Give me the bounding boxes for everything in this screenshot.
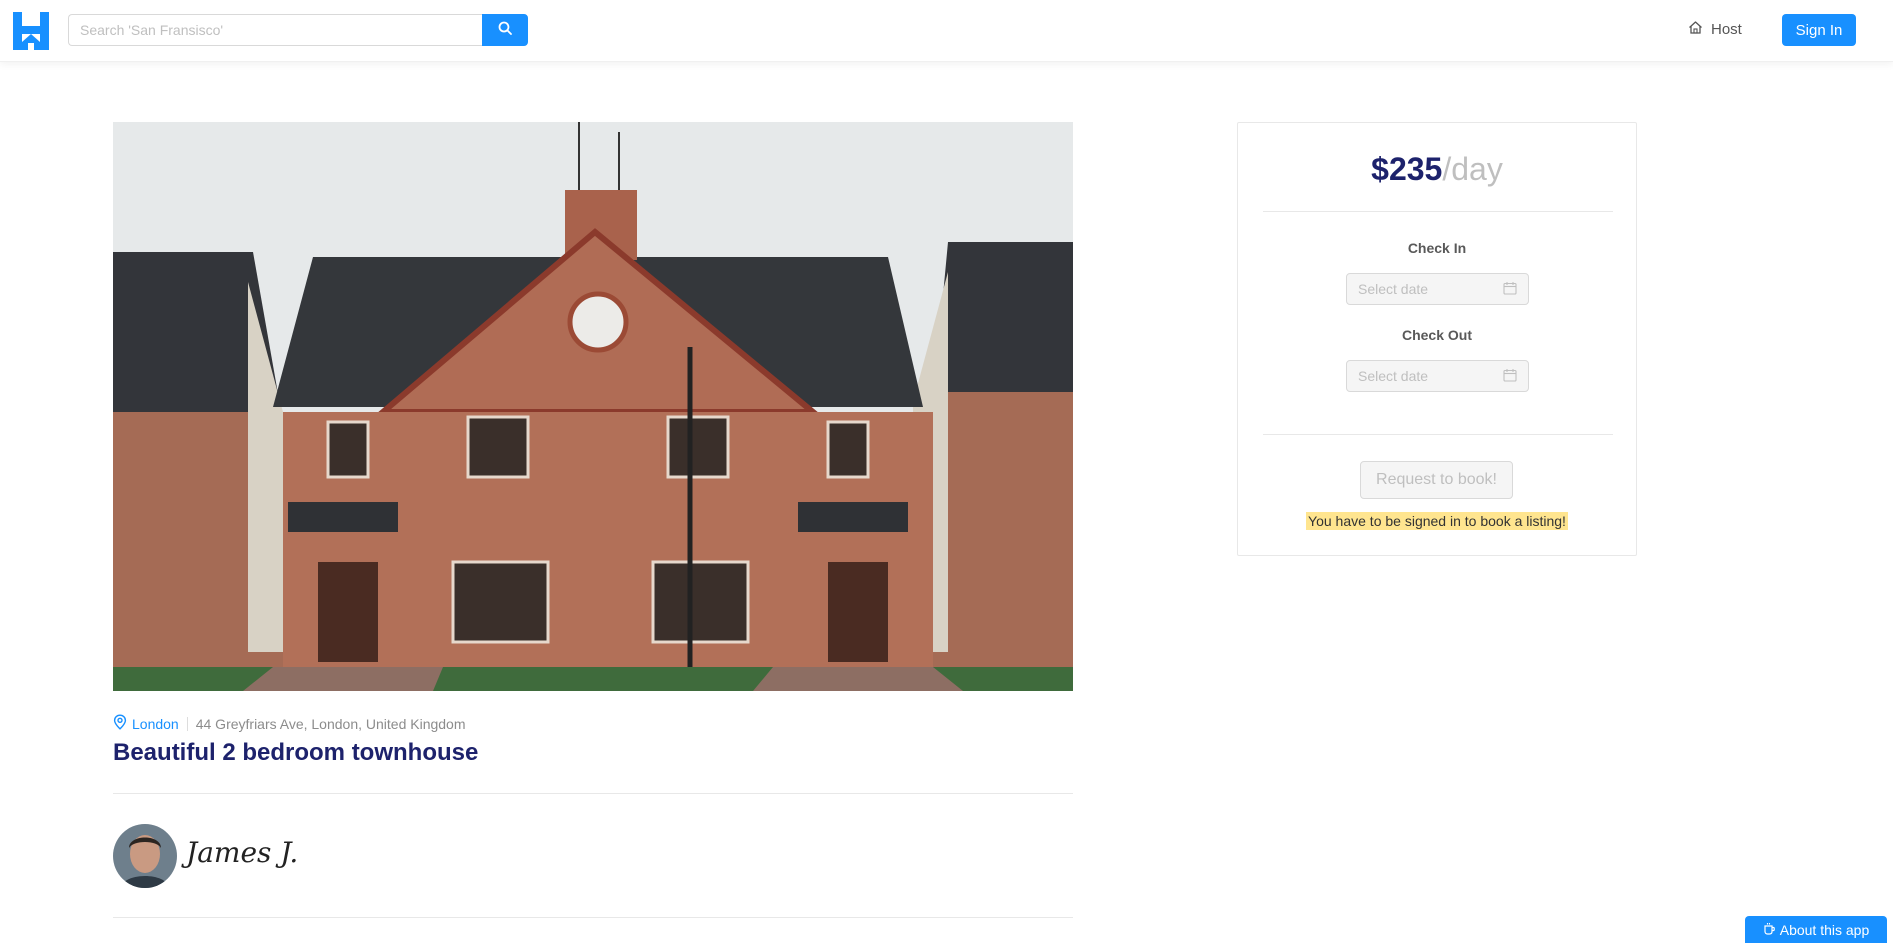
calendar-icon bbox=[1503, 281, 1517, 298]
host-name: James J. bbox=[186, 836, 299, 869]
card-divider bbox=[1263, 211, 1613, 212]
about-app-label: About this app bbox=[1779, 921, 1870, 938]
host-label: Host bbox=[1711, 21, 1742, 38]
listing-price: $235/day bbox=[1238, 151, 1636, 188]
request-to-book-button[interactable]: Request to book! bbox=[1360, 461, 1513, 499]
host-link[interactable]: Host bbox=[1688, 20, 1742, 39]
listing-location: London 44 Greyfriars Ave, London, United… bbox=[113, 714, 466, 733]
coffee-icon bbox=[1763, 922, 1776, 938]
sign-in-notice: You have to be signed in to book a listi… bbox=[1238, 512, 1636, 531]
check-in-label: Check In bbox=[1407, 240, 1467, 256]
check-out-label: Check Out bbox=[1401, 327, 1472, 343]
listing-address: 44 Greyfriars Ave, London, United Kingdo… bbox=[195, 715, 466, 732]
listing-title: Beautiful 2 bedroom townhouse bbox=[113, 739, 479, 766]
listing-city-link[interactable]: London bbox=[132, 716, 179, 732]
check-out-date-picker[interactable]: Select date bbox=[1346, 360, 1529, 392]
divider bbox=[113, 793, 1073, 794]
about-app-button[interactable]: About this app bbox=[1745, 916, 1887, 943]
check-in-date-picker[interactable]: Select date bbox=[1346, 273, 1529, 305]
price-unit: /day bbox=[1442, 151, 1503, 187]
location-divider bbox=[186, 716, 188, 731]
search-bar bbox=[68, 14, 528, 46]
calendar-icon bbox=[1503, 368, 1517, 385]
sign-in-button[interactable]: Sign In bbox=[1782, 14, 1856, 46]
check-out-placeholder: Select date bbox=[1358, 368, 1429, 384]
listing-image bbox=[113, 122, 1073, 691]
price-amount: $235 bbox=[1371, 151, 1443, 187]
sign-in-notice-text: You have to be signed in to book a listi… bbox=[1306, 512, 1568, 530]
logo-icon[interactable] bbox=[13, 12, 49, 50]
host-avatar[interactable] bbox=[113, 824, 177, 888]
app-header: Host Sign In bbox=[0, 0, 1893, 62]
search-icon bbox=[498, 21, 512, 40]
search-button[interactable] bbox=[482, 14, 528, 46]
location-pin-icon bbox=[113, 714, 127, 733]
check-in-placeholder: Select date bbox=[1358, 281, 1429, 297]
search-input[interactable] bbox=[68, 14, 482, 46]
card-divider bbox=[1263, 434, 1613, 435]
divider bbox=[113, 917, 1073, 918]
booking-card: $235/day Check In Select date Check Out … bbox=[1237, 122, 1637, 556]
home-icon bbox=[1688, 20, 1703, 39]
